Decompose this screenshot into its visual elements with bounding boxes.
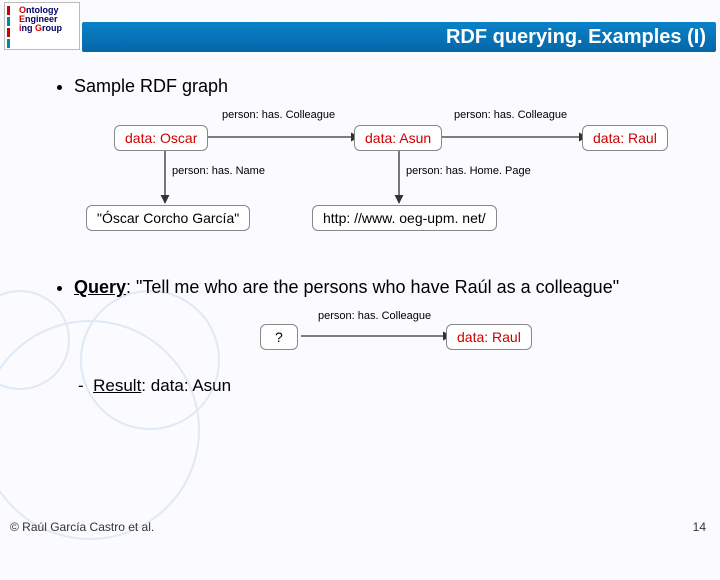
query-label: Query [74, 277, 126, 297]
rdf-graph-diagram: data: Oscar data: Asun data: Raul "Óscar… [54, 107, 680, 267]
slide-header: Ontology Engineer ing Group RDF querying… [0, 0, 720, 58]
node-raul: data: Raul [582, 125, 668, 151]
bullet-query: Query: "Tell me who are the persons who … [74, 277, 680, 298]
node-asun-homepage: http: //www. oeg-upm. net/ [312, 205, 497, 231]
copyright: © Raúl García Castro et al. [10, 520, 154, 534]
result-value: : data: Asun [141, 376, 231, 395]
node-oscar: data: Oscar [114, 125, 208, 151]
edge-has-name: person: has. Name [172, 165, 265, 177]
bullet-sample-graph: Sample RDF graph [74, 76, 680, 97]
slide-title: RDF querying. Examples (I) [82, 22, 716, 52]
result-line: - Result: data: Asun [78, 376, 680, 396]
query-diagram: ? data: Raul person: has. Colleague [54, 306, 680, 366]
edge-has-colleague-2: person: has. Colleague [454, 109, 567, 121]
edge-has-homepage: person: has. Home. Page [406, 165, 531, 177]
org-logo: Ontology Engineer ing Group [4, 2, 80, 50]
slide-footer: © Raúl García Castro et al. 14 [10, 520, 706, 534]
node-query-raul: data: Raul [446, 324, 532, 350]
node-oscar-name: "Óscar Corcho García" [86, 205, 250, 231]
node-unknown: ? [260, 324, 298, 350]
edge-has-colleague-1: person: has. Colleague [222, 109, 335, 121]
query-text: : "Tell me who are the persons who have … [126, 277, 619, 297]
page-number: 14 [693, 520, 706, 534]
result-label: Result [93, 376, 141, 395]
edge-query-colleague: person: has. Colleague [318, 310, 431, 322]
node-asun: data: Asun [354, 125, 442, 151]
slide-content: Sample RDF graph data: Oscar data: Asun … [0, 58, 720, 396]
